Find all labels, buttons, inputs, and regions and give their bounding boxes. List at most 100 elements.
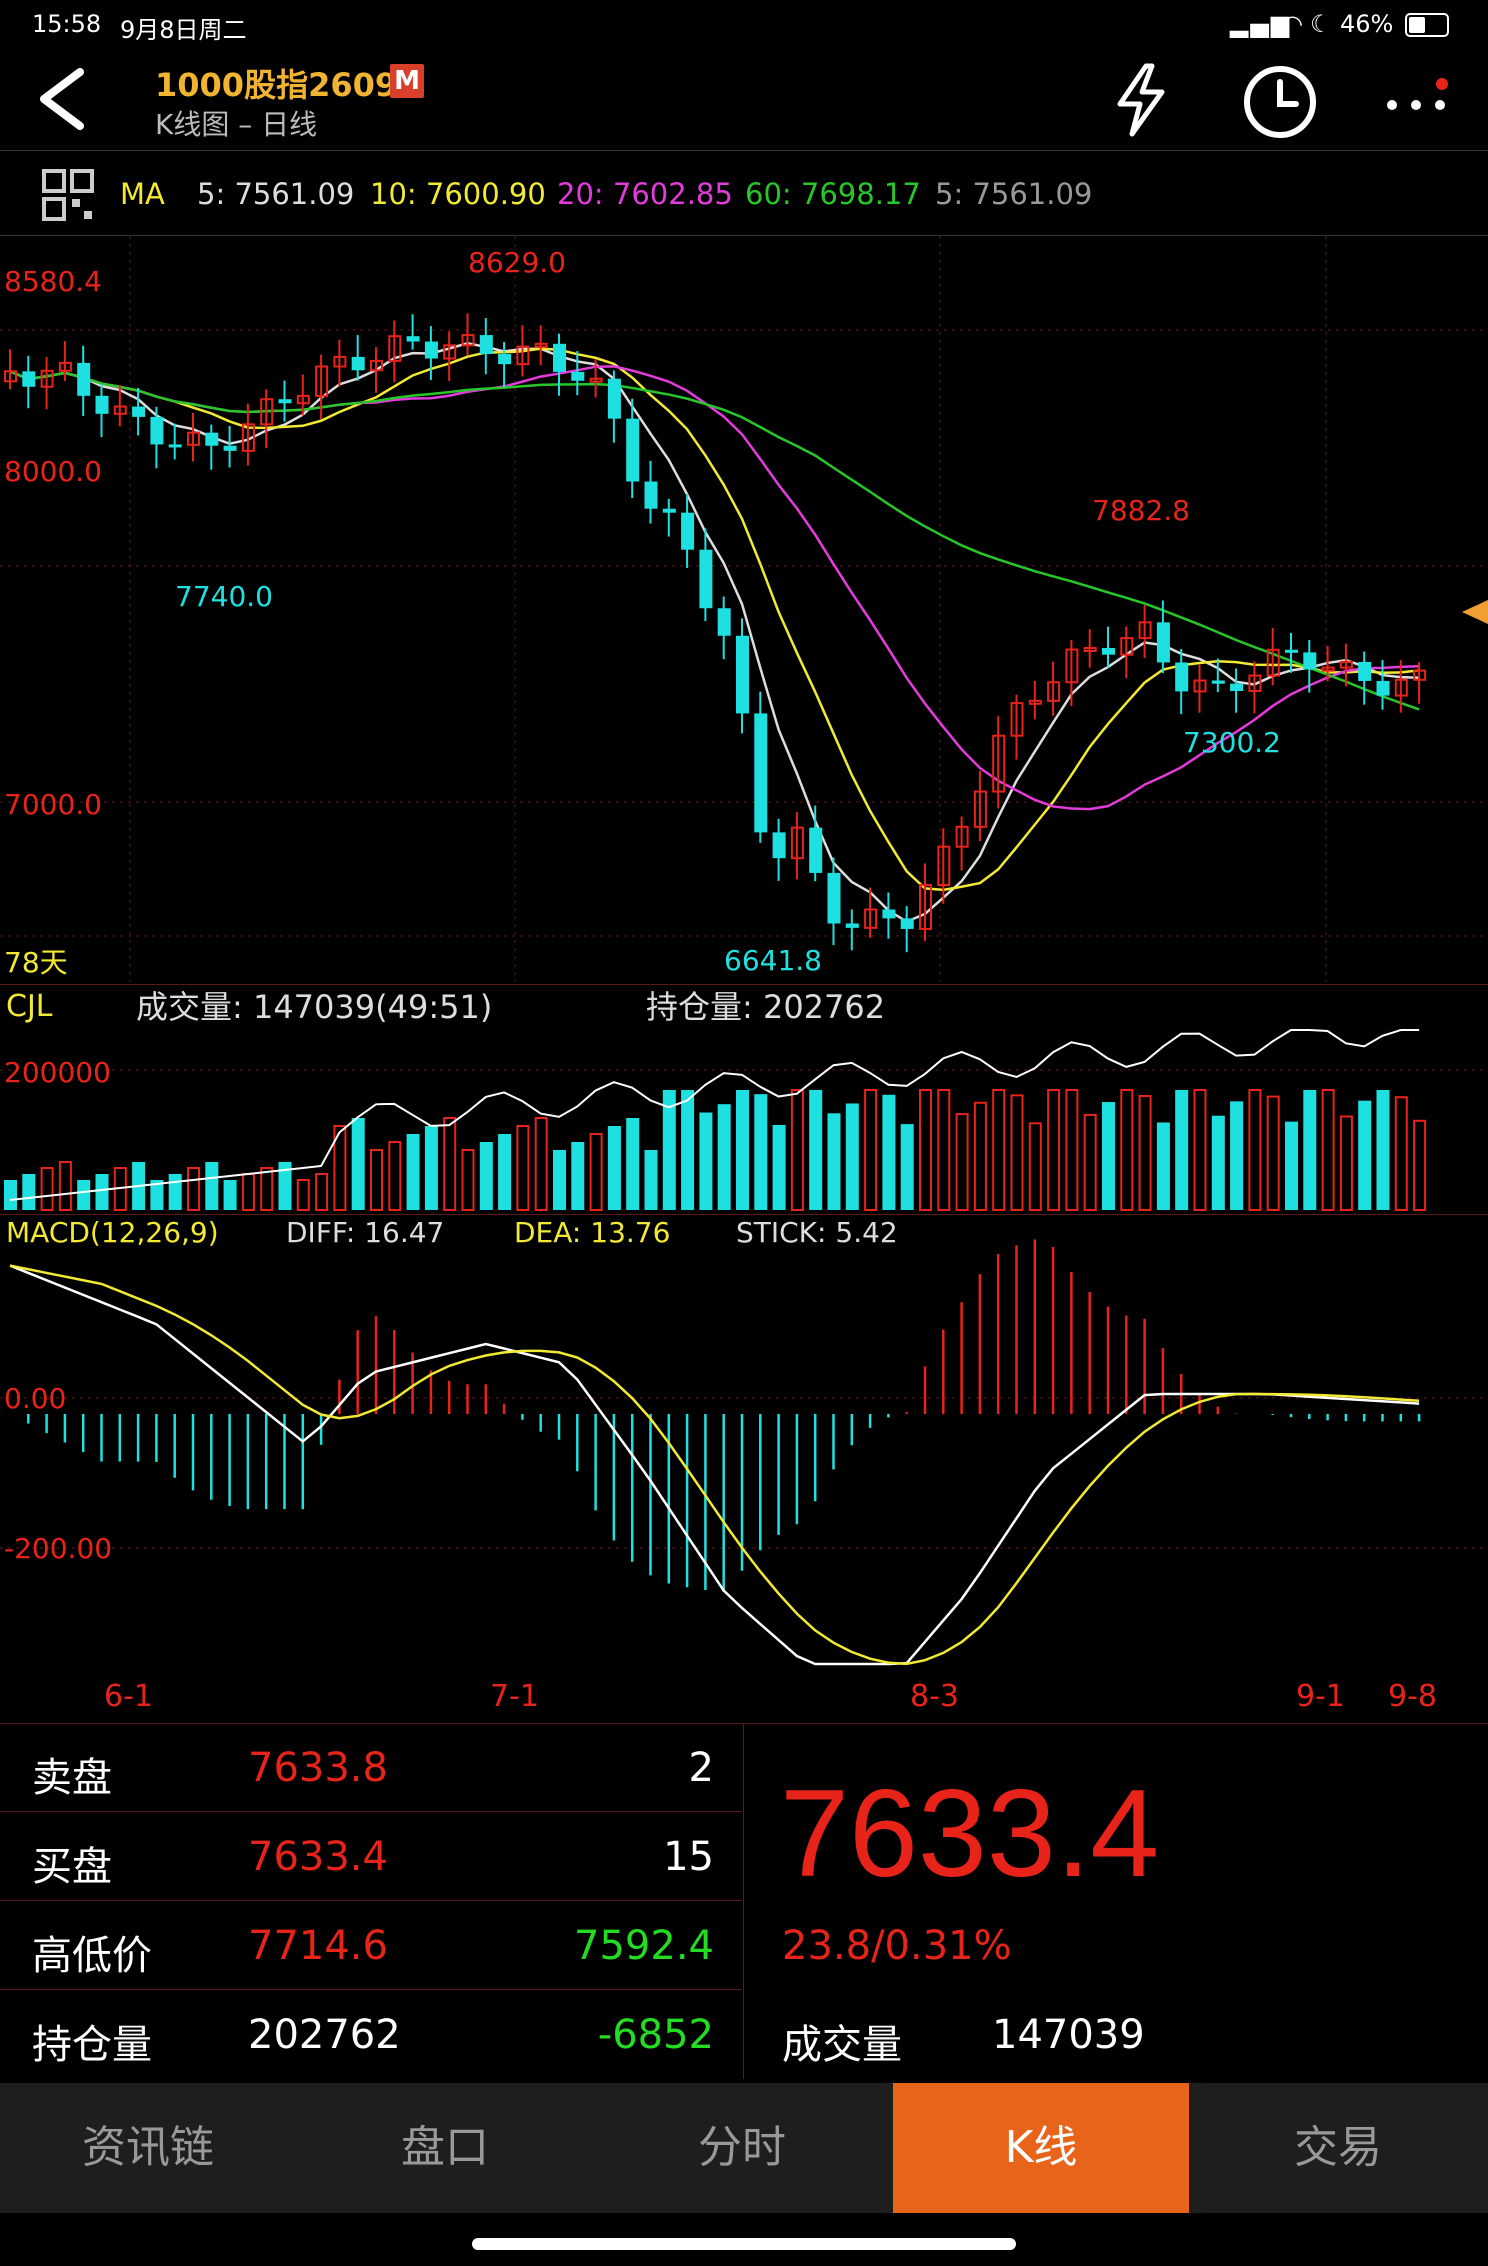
candle-body xyxy=(626,418,640,482)
ask-volume: 2 xyxy=(688,1745,714,1791)
open-interest-row: 持仓量 202762 -6852 xyxy=(0,1990,742,2078)
ma10-line xyxy=(9,347,1420,892)
macd-axis-zero: 0.00 xyxy=(4,1382,66,1415)
date-label: 6-1 xyxy=(104,1679,153,1714)
volume-bar xyxy=(681,1090,695,1210)
date-label: 7-1 xyxy=(490,1679,539,1714)
macd-axis-neg: -200.00 xyxy=(4,1532,112,1565)
candle-body xyxy=(132,406,146,417)
volume-bar xyxy=(900,1124,914,1210)
volume-bar xyxy=(1156,1122,1170,1210)
tab-news[interactable]: 资讯链 xyxy=(0,2083,296,2213)
kline-chart[interactable]: 8580.4 8000.0 7000.0 8629.0 7740.0 7882.… xyxy=(0,236,1488,984)
candle-body xyxy=(717,608,731,636)
chart-subtitle: K线图 – 日线 xyxy=(155,108,318,141)
ma-label: MA xyxy=(120,177,165,211)
macd-dea: DEA: 13.76 xyxy=(514,1216,670,1249)
volume-bar xyxy=(1266,1095,1280,1211)
volume-bar xyxy=(406,1134,420,1210)
price-label-low: 7000.0 xyxy=(4,788,102,821)
volume-bar xyxy=(1047,1089,1061,1211)
volume-bar xyxy=(1376,1090,1390,1210)
last-price-marker-icon xyxy=(1462,600,1488,624)
volume-value-quote: 147039 xyxy=(992,2012,1145,2058)
volume-bar xyxy=(607,1126,621,1210)
volume-bar xyxy=(424,1126,438,1210)
volume-chart[interactable]: CJL 成交量: 147039(49:51) 持仓量: 202762 20000… xyxy=(0,984,1488,1214)
candle-body xyxy=(662,508,676,513)
volume-bar xyxy=(315,1173,329,1211)
candle-body xyxy=(1230,683,1244,691)
macd-chart[interactable]: MACD(12,26,9) DIFF: 16.47 DEA: 13.76 STI… xyxy=(0,1214,1488,1670)
volume-bar xyxy=(973,1101,987,1211)
volume-bar xyxy=(699,1112,713,1210)
bottom-tab-bar: 资讯链 盘口 分时 K线 交易 xyxy=(0,2083,1488,2213)
volume-bar xyxy=(4,1180,17,1210)
grid-icon[interactable] xyxy=(40,167,100,223)
ask-row[interactable]: 卖盘 7633.8 2 xyxy=(0,1723,742,1812)
macd-lines xyxy=(9,1264,1420,1666)
ask-label: 卖盘 xyxy=(32,1755,112,1801)
macd-grid xyxy=(0,1397,1488,1549)
more-icon[interactable] xyxy=(1380,78,1450,128)
annotation-low2: 6641.8 xyxy=(724,944,822,977)
candle-body xyxy=(644,481,658,509)
volume-bar xyxy=(388,1141,402,1211)
bid-price: 7633.4 xyxy=(248,1834,388,1880)
contract-title: 1000股指2609 xyxy=(155,66,398,104)
ma-bar: MA 5: 7561.09 10: 7600.90 20: 7602.85 60… xyxy=(0,150,1488,236)
candle-body xyxy=(223,445,237,451)
header: 1000股指2609 M K线图 – 日线 xyxy=(0,48,1488,148)
low-price: 7592.4 xyxy=(574,1923,714,1969)
candle-body xyxy=(77,362,91,396)
tab-intraday[interactable]: 分时 xyxy=(594,2083,890,2213)
volume-bar xyxy=(845,1103,859,1210)
volume-bar xyxy=(992,1089,1006,1211)
tab-kline[interactable]: K线 xyxy=(893,2083,1189,2213)
price-label-mid: 8000.0 xyxy=(4,455,102,488)
volume-bar xyxy=(1339,1115,1353,1212)
volume-bar xyxy=(1413,1119,1427,1212)
flash-icon[interactable] xyxy=(1112,62,1172,138)
clock-icon[interactable] xyxy=(1240,62,1320,142)
volume-bar xyxy=(77,1180,91,1210)
date-label: 9-8 xyxy=(1388,1679,1437,1714)
annotation-peak2: 7882.8 xyxy=(1092,494,1190,527)
dea-line xyxy=(9,1264,1420,1666)
home-indicator[interactable] xyxy=(472,2238,1016,2250)
volume-bar xyxy=(1321,1089,1335,1211)
macd-diff: DIFF: 16.47 xyxy=(286,1216,444,1249)
volume-bar xyxy=(443,1117,457,1211)
price-change: 23.8/0.31% xyxy=(782,1923,1012,1969)
volume-bar xyxy=(498,1134,512,1210)
candle-body xyxy=(1303,652,1317,670)
volume-bar xyxy=(1083,1113,1097,1212)
open-interest: 202762 xyxy=(248,2012,401,2058)
volume-bar xyxy=(187,1167,200,1211)
volume-bar xyxy=(370,1149,383,1211)
annotation-high: 8629.0 xyxy=(468,246,566,279)
open-interest-label: 持仓量 xyxy=(32,2022,152,2068)
price-label-top: 8580.4 xyxy=(4,265,102,298)
volume-bar xyxy=(827,1113,841,1210)
annotation-low3: 7300.2 xyxy=(1183,726,1281,759)
date-label: 9-1 xyxy=(1296,1679,1345,1714)
volume-value: 成交量: 147039(49:51) xyxy=(136,988,492,1026)
back-arrow-icon[interactable] xyxy=(30,64,100,134)
volume-bar xyxy=(296,1179,310,1211)
volume-bar xyxy=(553,1150,566,1210)
volume-bar xyxy=(223,1180,237,1210)
status-bar: 15:58 9月8日周二 ▂▄▆ ◠ ☾ 46% xyxy=(0,0,1488,48)
tab-orderbook[interactable]: 盘口 xyxy=(297,2083,593,2213)
candle-body xyxy=(1211,680,1225,684)
volume-bar xyxy=(589,1133,603,1211)
tab-trade[interactable]: 交易 xyxy=(1190,2083,1486,2213)
candle-body xyxy=(406,336,420,342)
diff-line xyxy=(9,1264,1420,1666)
volume-bar xyxy=(95,1174,109,1210)
ma5-line xyxy=(9,342,1420,924)
high-low-label: 高低价 xyxy=(32,1933,152,1979)
volume-bars xyxy=(0,1029,1488,1212)
bid-row[interactable]: 买盘 7633.4 15 xyxy=(0,1812,742,1901)
high-low-row: 高低价 7714.6 7592.4 xyxy=(0,1901,742,1990)
